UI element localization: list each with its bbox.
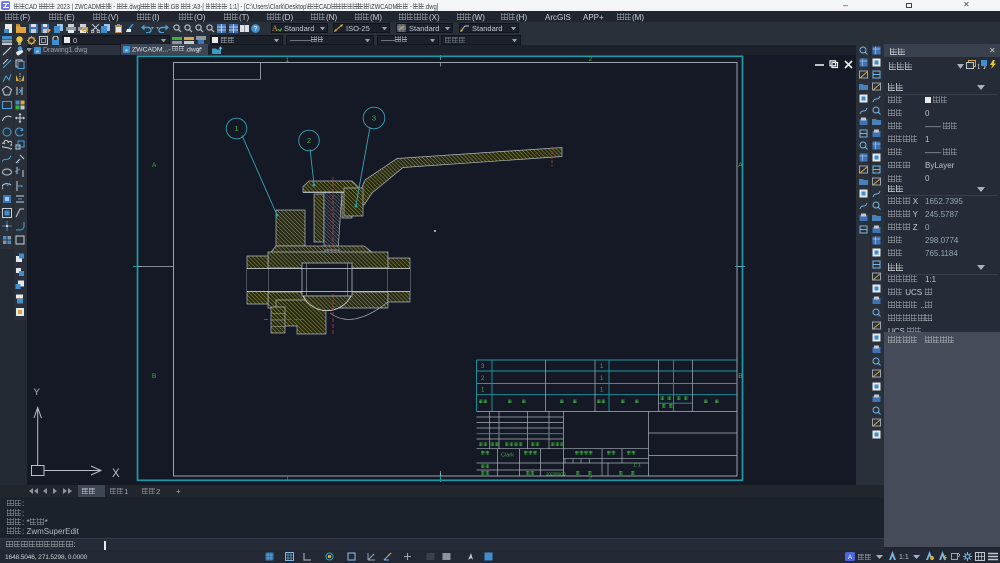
svg-text:2: 2 xyxy=(307,136,311,145)
svg-text:3: 3 xyxy=(372,114,376,123)
svg-text:1: 1 xyxy=(600,388,604,394)
svg-text:X: X xyxy=(112,468,120,480)
svg-text:2: 2 xyxy=(589,475,593,482)
svg-text:A: A xyxy=(738,162,743,169)
svg-text:Y: Y xyxy=(34,387,41,398)
svg-text:A: A xyxy=(848,555,852,561)
svg-text:1: 1 xyxy=(234,124,238,133)
svg-text:1: 1 xyxy=(481,388,485,394)
svg-text:2023/09/19: 2023/09/19 xyxy=(546,472,566,477)
svg-text:w: w xyxy=(36,48,39,53)
svg-text:1: 1 xyxy=(600,364,604,370)
svg-text:A: A xyxy=(272,24,278,32)
svg-text:w: w xyxy=(125,48,128,53)
svg-text:Clark: Clark xyxy=(501,452,514,458)
svg-text:3: 3 xyxy=(481,364,485,370)
svg-text:2: 2 xyxy=(589,56,593,63)
svg-text:?: ? xyxy=(254,26,258,33)
svg-text:B: B xyxy=(738,373,742,380)
svg-text:1: 1 xyxy=(286,475,290,482)
svg-text:B: B xyxy=(152,373,156,380)
svg-text:A: A xyxy=(152,162,157,169)
svg-text:2: 2 xyxy=(481,376,485,382)
svg-text:1: 1 xyxy=(286,57,290,64)
svg-text:1: 1 xyxy=(600,376,604,382)
svg-text:1:1: 1:1 xyxy=(633,463,641,469)
